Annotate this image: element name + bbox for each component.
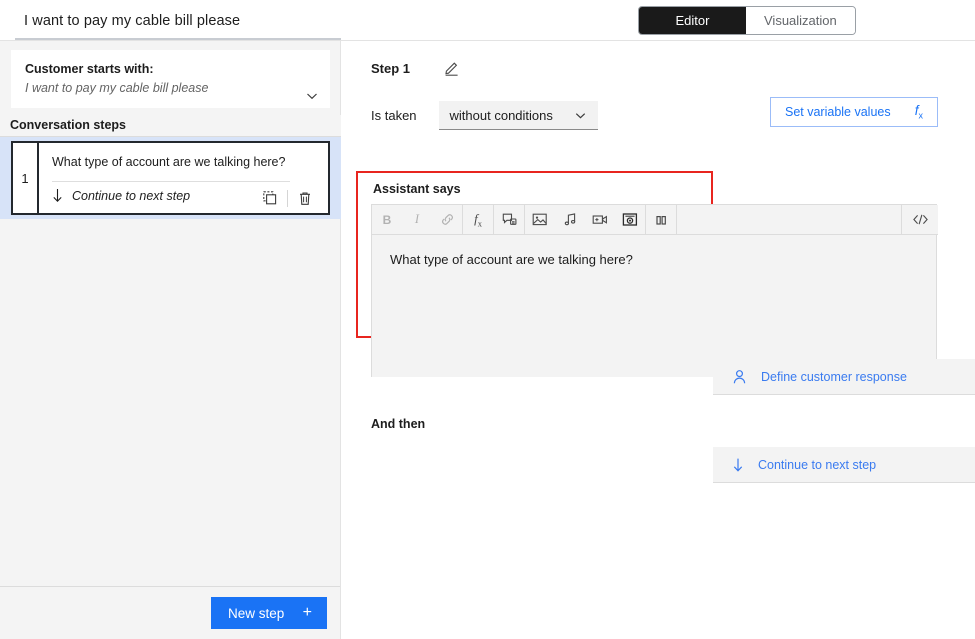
sidebar-footer: New step + xyxy=(0,586,340,639)
record-icon[interactable] xyxy=(615,205,645,234)
is-taken-row: Is taken without conditions xyxy=(371,101,598,130)
view-tabs: Editor Visualization xyxy=(638,6,856,35)
chat-bubble-icon[interactable] xyxy=(494,205,524,234)
is-taken-label: Is taken xyxy=(371,108,417,123)
fx-icon: fx xyxy=(914,103,923,121)
and-then-label: And then xyxy=(371,417,426,431)
assistant-says-editor: B I fx What type of account are we talki… xyxy=(371,204,938,377)
define-customer-response-row[interactable]: Define customer response xyxy=(713,359,975,395)
customer-starts-with-card[interactable]: Customer starts with: I want to pay my c… xyxy=(11,50,330,108)
fx-icon[interactable]: fx xyxy=(463,205,493,234)
continue-to-next-step-label: Continue to next step xyxy=(758,457,877,472)
new-step-label: New step xyxy=(228,605,285,621)
chevron-down-icon[interactable] xyxy=(305,89,319,103)
step-card[interactable]: 1 What type of account are we talking he… xyxy=(11,141,330,215)
image-icon[interactable] xyxy=(525,205,555,234)
assistant-says-textarea[interactable]: What type of account are we talking here… xyxy=(372,235,936,377)
step-header: Step 1 xyxy=(371,59,461,77)
step-number: 1 xyxy=(13,143,39,213)
top-bar: I want to pay my cable bill please Edito… xyxy=(0,0,975,41)
audio-icon[interactable] xyxy=(555,205,585,234)
person-icon xyxy=(732,369,747,385)
define-customer-response-label: Define customer response xyxy=(761,369,907,384)
new-step-button[interactable]: New step + xyxy=(211,597,327,629)
step-card-action-label: Continue to next step xyxy=(72,188,191,203)
page-title: Step 1 xyxy=(371,60,411,76)
set-variable-values-label: Set variable values xyxy=(785,105,891,119)
toolbar-separator xyxy=(676,205,677,234)
assistant-says-text: What type of account are we talking here… xyxy=(390,252,633,267)
list-item[interactable]: 1 What type of account are we talking he… xyxy=(0,137,341,219)
video-icon[interactable] xyxy=(585,205,615,234)
tab-editor[interactable]: Editor xyxy=(639,7,746,34)
app-root: I want to pay my cable bill please Edito… xyxy=(0,0,975,639)
step-card-divider xyxy=(52,181,290,182)
main-panel: Step 1 Is taken without conditions Set v… xyxy=(342,41,975,639)
duplicate-icon[interactable] xyxy=(257,188,283,208)
arrow-down-icon xyxy=(732,457,744,473)
carousel-icon[interactable] xyxy=(646,205,676,234)
step-card-body: What type of account are we talking here… xyxy=(39,143,328,213)
condition-select[interactable]: without conditions xyxy=(438,101,598,130)
bold-icon[interactable]: B xyxy=(372,205,402,234)
set-variable-values-button[interactable]: Set variable values fx xyxy=(770,97,938,127)
conversation-steps-header: Conversation steps xyxy=(0,115,341,137)
assistant-says-label: Assistant says xyxy=(373,182,461,196)
editor-toolbar: B I fx xyxy=(372,205,938,235)
customer-starts-with-label: Customer starts with: xyxy=(25,62,154,76)
conversation-steps-label: Conversation steps xyxy=(10,118,127,132)
italic-icon[interactable]: I xyxy=(402,205,432,234)
tab-visualization[interactable]: Visualization xyxy=(746,7,855,34)
link-icon[interactable] xyxy=(432,205,462,234)
condition-select-value: without conditions xyxy=(449,107,553,123)
icon-separator xyxy=(287,189,288,207)
customer-starts-with-value: I want to pay my cable bill please xyxy=(25,81,209,95)
left-sidebar: Customer starts with: I want to pay my c… xyxy=(0,41,341,639)
step-card-icons xyxy=(257,188,318,208)
pencil-icon[interactable] xyxy=(443,59,461,77)
flow-title: I want to pay my cable bill please xyxy=(24,13,241,29)
step-card-text: What type of account are we talking here… xyxy=(52,155,286,169)
trash-icon[interactable] xyxy=(292,188,318,208)
flow-title-underline xyxy=(15,38,341,40)
arrow-down-icon xyxy=(52,188,63,203)
code-icon[interactable] xyxy=(902,205,938,234)
step-card-action[interactable]: Continue to next step xyxy=(52,188,190,203)
chevron-down-icon xyxy=(574,109,587,122)
plus-icon: + xyxy=(302,604,312,621)
continue-to-next-step-row[interactable]: Continue to next step xyxy=(713,447,975,483)
